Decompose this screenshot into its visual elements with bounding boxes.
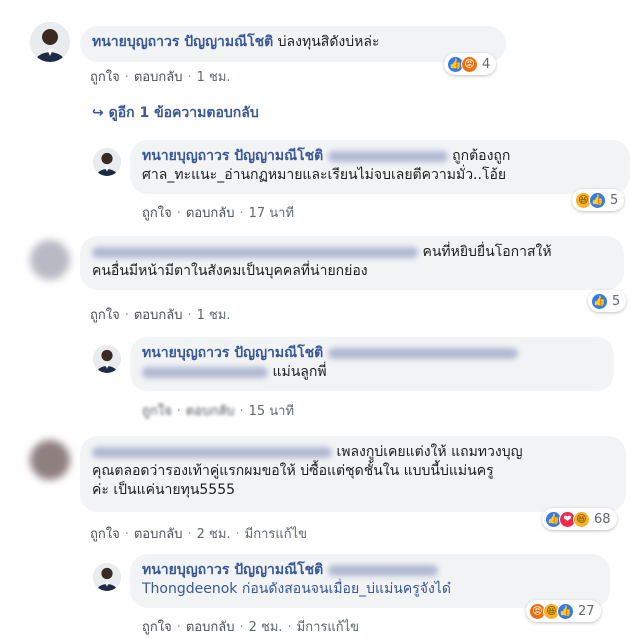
- reaction-count: 5: [610, 192, 619, 208]
- blurred-name: [142, 366, 268, 378]
- haha-reaction-icon: 😆: [573, 510, 590, 528]
- reaction-summary[interactable]: 👍 5: [588, 290, 627, 312]
- view-more-replies-label: ดูอีก 1 ข้อความตอบกลับ: [108, 105, 259, 121]
- comment-text: ค่ะ เป็นแค่นายทุน5555: [92, 482, 236, 498]
- commenter-name[interactable]: ทนายบุญถาวร ปัญญามณีโชติ: [142, 345, 323, 361]
- comment-text: ถูกต้องถูก: [452, 148, 511, 164]
- comment-actions: ถูกใจ · ตอบกลับ · 17 นาที: [142, 202, 294, 223]
- separator-dot: ·: [124, 308, 129, 323]
- like-link[interactable]: ถูกใจ: [142, 404, 172, 419]
- comment-text: คนที่หยิบยื่นโอกาสให้: [422, 244, 552, 260]
- reaction-summary[interactable]: 👍 😡 4: [444, 53, 497, 75]
- reaction-count: 68: [594, 511, 611, 527]
- separator-dot: ·: [239, 620, 244, 635]
- timestamp[interactable]: 15 นาที: [249, 404, 294, 419]
- comment-bubble: เพลงกูบ่เคยแต่งให้ แถมทวงบุญ คุณตลอดว่าร…: [80, 436, 626, 512]
- reaction-summary[interactable]: 😡 😆 👍 27: [526, 600, 601, 622]
- separator-dot: ·: [235, 527, 240, 542]
- separator-dot: ·: [187, 70, 192, 85]
- like-reaction-icon: 👍: [589, 191, 606, 209]
- like-link[interactable]: ถูกใจ: [142, 206, 172, 221]
- reaction-count: 5: [612, 293, 621, 309]
- comment-actions: ถูกใจ · ตอบกลับ · 1 ชม.: [90, 304, 231, 325]
- reply-bubble: ทนายบุญถาวร ปัญญามณีโชติ ถูกต้องถูก ศาล_…: [130, 140, 630, 194]
- timestamp[interactable]: 17 นาที: [249, 206, 294, 221]
- reaction-count: 27: [578, 603, 595, 619]
- reply-bubble: ทนายบุญถาวร ปัญญามณีโชติ แม่นลูกพี่: [130, 337, 614, 391]
- separator-dot: ·: [239, 404, 244, 419]
- comment-text: เพลงกูบ่เคยแต่งให้ แถมทวงบุญ: [336, 444, 523, 460]
- comment-text: ศาล_ทะแนะ_อ่านกฏหมายและเรียนไม่จบเลยตีคว…: [142, 167, 507, 183]
- blurred-name: [327, 564, 438, 576]
- reply-link[interactable]: ตอบกลับ: [134, 527, 183, 542]
- timestamp[interactable]: 1 ชม.: [197, 308, 231, 323]
- timestamp[interactable]: 1 ชม.: [197, 70, 231, 85]
- reaction-summary[interactable]: 👍 ❤ 😆 68: [542, 508, 617, 530]
- reply-link[interactable]: ตอบกลับ: [134, 308, 183, 323]
- separator-dot: ·: [124, 527, 129, 542]
- comment-text: Thongdeenok ก่อนดังสอนจนเมื่อย_บ่แม่นครู…: [142, 581, 451, 597]
- like-link[interactable]: ถูกใจ: [90, 527, 120, 542]
- reply-link[interactable]: ตอบกลับ: [186, 206, 235, 221]
- reaction-count: 4: [482, 56, 491, 72]
- comment-actions: ถูกใจ · ตอบกลับ · 1 ชม.: [90, 66, 231, 87]
- separator-dot: ·: [187, 527, 192, 542]
- comment-bubble: คนที่หยิบยื่นโอกาสให้ คนอื่นมีหน้ามีตาใน…: [80, 236, 624, 290]
- blurred-name: [327, 347, 518, 359]
- comment-actions: ถูกใจ · ตอบกลับ · 15 นาที: [142, 400, 294, 421]
- reaction-summary[interactable]: 😆 👍 5: [572, 189, 625, 211]
- comment-bubble: ทนายบุญถาวร ปัญญามณีโชติ บ่ลงทุนสิดังบ่ห…: [80, 26, 506, 62]
- commenter-name[interactable]: ทนายบุญถาวร ปัญญามณีโชติ: [142, 148, 323, 164]
- reply-link[interactable]: ตอบกลับ: [186, 620, 235, 635]
- comment-text: คนอื่นมีหน้ามีตาในสังคมเป็นบุคคลที่น่ายก…: [92, 263, 368, 279]
- timestamp[interactable]: 2 ชม.: [197, 527, 231, 542]
- separator-dot: ·: [124, 70, 129, 85]
- comment-actions: ถูกใจ · ตอบกลับ · 2 ชม. · มีการแก้ไข: [142, 616, 359, 637]
- comment-text: บ่ลงทุนสิดังบ่หล่ะ: [277, 34, 380, 50]
- like-link[interactable]: ถูกใจ: [90, 308, 120, 323]
- view-more-replies[interactable]: ↪ ดูอีก 1 ข้อความตอบกลับ: [92, 102, 259, 124]
- timestamp[interactable]: 2 ชม.: [249, 620, 283, 635]
- commenter-name[interactable]: ทนายบุญถาวร ปัญญามณีโชติ: [142, 562, 323, 578]
- reply-avatar[interactable]: [93, 345, 121, 373]
- edited-label[interactable]: มีการแก้ไข: [297, 620, 359, 635]
- separator-dot: ·: [176, 404, 181, 419]
- separator-dot: ·: [187, 308, 192, 323]
- reply-link[interactable]: ตอบกลับ: [186, 404, 235, 419]
- separator-dot: ·: [176, 620, 181, 635]
- commenter-name[interactable]: ทนายบุญถาวร ปัญญามณีโชติ: [92, 34, 273, 50]
- like-reaction-icon: 👍: [591, 292, 608, 310]
- like-link[interactable]: ถูกใจ: [90, 70, 120, 85]
- blurred-name: [92, 446, 332, 458]
- comment-text: คุณตลอดว่ารองเท้าคู่แรกผมขอให้ บ่ซื้อแต่…: [92, 463, 494, 479]
- comment-actions: ถูกใจ · ตอบกลับ · 2 ชม. · มีการแก้ไข: [90, 523, 307, 544]
- reply-arrow-icon: ↪: [92, 105, 104, 121]
- like-link[interactable]: ถูกใจ: [142, 620, 172, 635]
- blurred-name: [327, 150, 448, 162]
- reply-link[interactable]: ตอบกลับ: [134, 70, 183, 85]
- blurred-name: [92, 246, 418, 258]
- separator-dot: ·: [176, 206, 181, 221]
- commenter-avatar[interactable]: [30, 240, 70, 280]
- separator-dot: ·: [287, 620, 292, 635]
- commenter-avatar[interactable]: [30, 440, 70, 480]
- edited-label[interactable]: มีการแก้ไข: [245, 527, 307, 542]
- reply-avatar[interactable]: [93, 148, 121, 176]
- like-reaction-icon: 👍: [557, 602, 574, 620]
- comment-text: แม่นลูกพี่: [272, 364, 327, 380]
- reply-avatar[interactable]: [93, 563, 121, 591]
- separator-dot: ·: [239, 206, 244, 221]
- angry-reaction-icon: 😡: [461, 55, 478, 73]
- commenter-avatar[interactable]: [30, 22, 70, 62]
